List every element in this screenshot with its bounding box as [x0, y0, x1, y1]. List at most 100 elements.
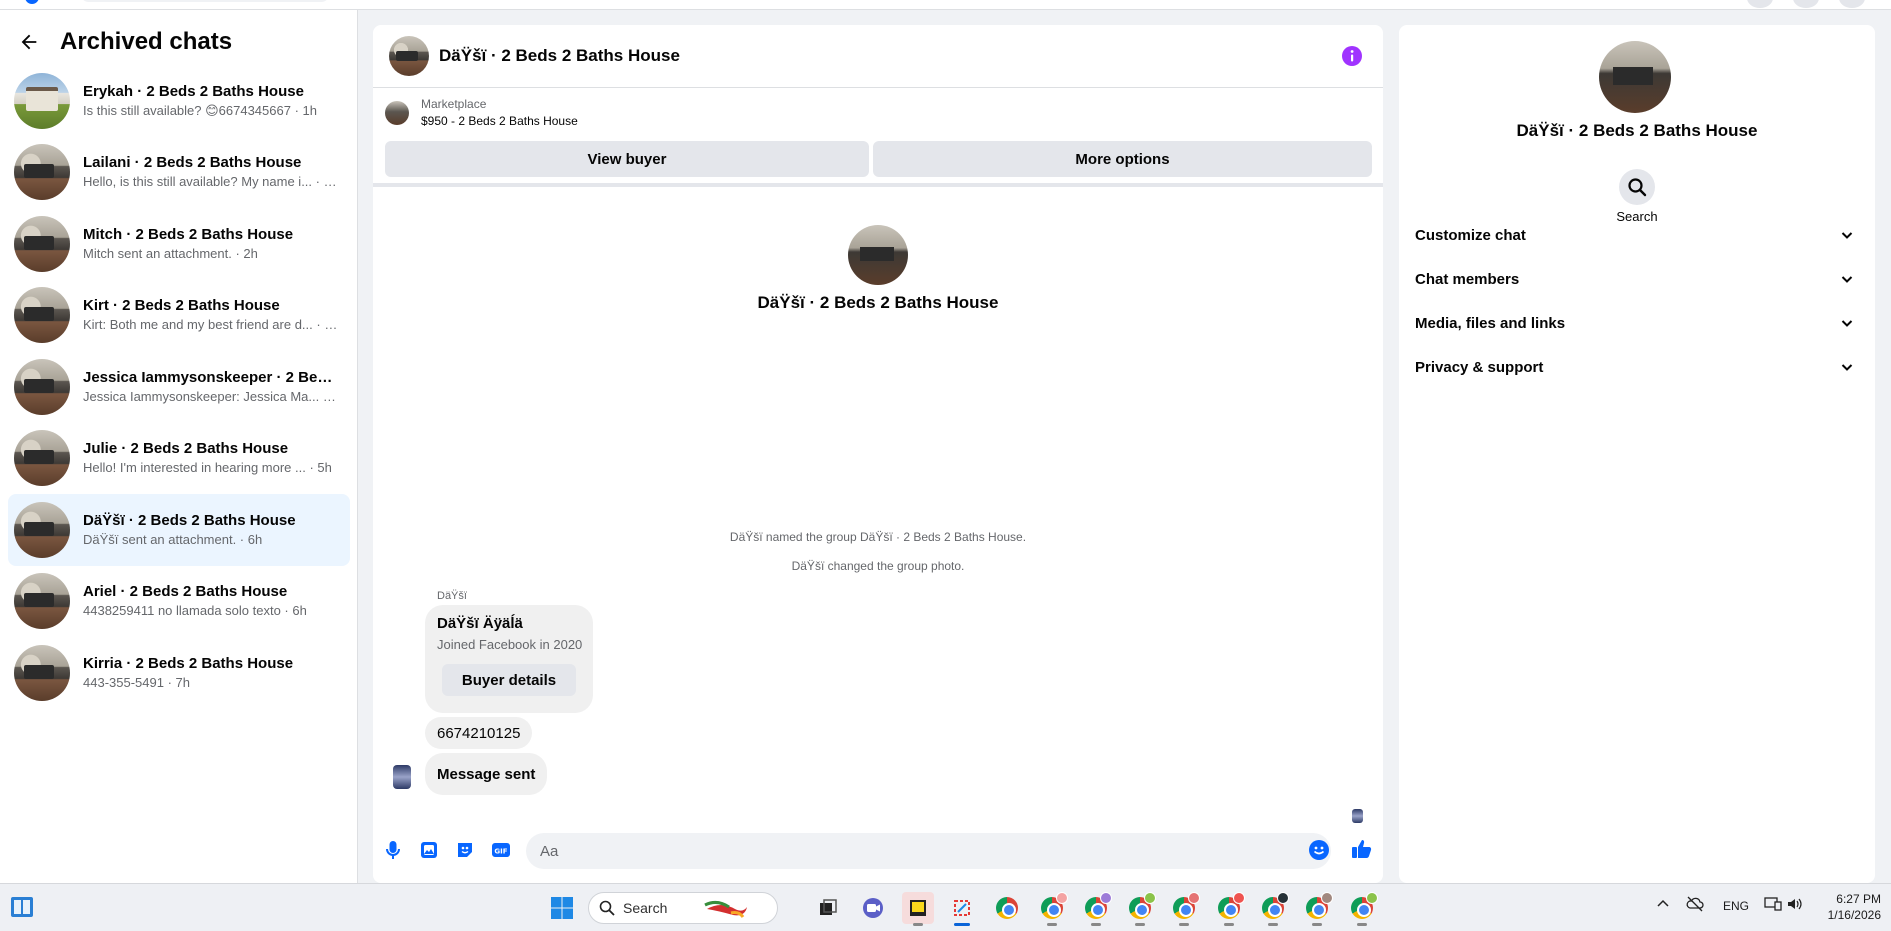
chat-list-item[interactable]: Kirria · 2 Beds 2 Baths House 443-355-549… [8, 637, 350, 709]
facebook-logo-icon[interactable] [25, 0, 39, 4]
message-bubble[interactable]: Message sent [425, 753, 548, 795]
chrome-profile-icon[interactable] [1301, 892, 1333, 926]
view-buyer-button[interactable]: View buyer [385, 141, 869, 177]
display-icon[interactable] [1764, 896, 1782, 915]
sidebar-header: Archived chats [14, 22, 232, 62]
onedrive-offline-icon[interactable] [1686, 896, 1704, 915]
chat-name: Kirria · 2 Beds 2 Baths House [83, 654, 294, 672]
show-hidden-icons-chevron-up-icon[interactable] [1656, 897, 1670, 914]
sender-avatar[interactable] [393, 765, 411, 789]
more-options-button[interactable]: More options [873, 141, 1372, 177]
chevron-down-icon [1841, 320, 1853, 327]
listing-thumbnail[interactable] [385, 101, 409, 125]
chat-info-panel: DäŸšï · 2 Beds 2 Baths House Search Cust… [1399, 25, 1875, 883]
chat-text: DäŸšï · 2 Beds 2 Baths House DäŸšï sent a… [83, 511, 338, 549]
chrome-profile-icon[interactable] [1257, 892, 1289, 926]
back-arrow-icon[interactable] [14, 27, 44, 57]
listing-title[interactable]: $950 - 2 Beds 2 Baths House [421, 114, 578, 128]
chat-list-item[interactable]: Kirt · 2 Beds 2 Baths House Kirt: Both me… [8, 280, 350, 352]
chat-text: Ariel · 2 Beds 2 Baths House 4438259411 n… [83, 582, 338, 620]
task-view-icon[interactable] [812, 892, 844, 924]
chat-info-avatar[interactable] [1599, 41, 1671, 113]
chat-preview: 443-355-5491 · 7h [83, 674, 190, 690]
emoji-icon[interactable] [1308, 839, 1330, 861]
gif-icon[interactable]: GIF [490, 839, 512, 861]
menu-icon[interactable] [1747, 0, 1773, 8]
messenger-icon[interactable] [1793, 0, 1819, 8]
thumbs-up-icon[interactable] [1350, 837, 1372, 859]
chat-list-item[interactable]: Erykah · 2 Beds 2 Baths House Is this sti… [8, 65, 350, 137]
chat-avatar [14, 287, 70, 344]
chat-list-item[interactable]: Lailani · 2 Beds 2 Baths House Hello, is … [8, 137, 350, 209]
chat-list-item[interactable]: DäŸšï · 2 Beds 2 Baths House DäŸšï sent a… [8, 494, 350, 566]
microphone-icon[interactable] [382, 839, 404, 861]
system-message: DäŸšï named the group DäŸšï · 2 Beds 2 B… [729, 530, 1027, 544]
photo-icon[interactable] [418, 839, 440, 861]
chat-preview: 4438259411 no llamada solo texto · 6h [83, 603, 307, 619]
sidebar-title: Archived chats [60, 28, 233, 55]
chrome-profile-icon[interactable] [1213, 892, 1245, 926]
windows-start-icon[interactable] [550, 896, 574, 920]
conversation-title[interactable]: DäŸšï · 2 Beds 2 Baths House [439, 46, 680, 66]
chat-list-item[interactable]: Ariel · 2 Beds 2 Baths House 4438259411 n… [8, 566, 350, 638]
media-files-links-section[interactable]: Media, files and links [1407, 303, 1867, 343]
chrome-profile-icon[interactable] [1346, 892, 1378, 926]
archived-chats-sidebar: Archived chats Erykah · 2 Beds 2 Baths H… [0, 10, 358, 883]
volume-icon[interactable] [1786, 896, 1804, 915]
chat-avatar [14, 215, 70, 272]
chat-preview: Is this still available? 😊6674345667 · 1… [83, 102, 317, 118]
chat-text: Julie · 2 Beds 2 Baths House Hello! I'm i… [83, 439, 338, 477]
chat-text: Lailani · 2 Beds 2 Baths House Hello, is … [83, 153, 338, 191]
message-input[interactable] [526, 833, 1331, 869]
chat-name: DäŸšï · 2 Beds 2 Baths House [83, 511, 296, 529]
chrome-profile-icon[interactable] [1080, 892, 1112, 926]
customize-chat-section[interactable]: Customize chat [1407, 215, 1867, 255]
thread-intro: DäŸšï · 2 Beds 2 Baths House [373, 225, 1383, 313]
chat-list-item[interactable]: Mitch · 2 Beds 2 Baths House Mitch sent a… [8, 208, 350, 280]
chrome-profile-icon[interactable] [1124, 892, 1156, 926]
chat-name: Kirt · 2 Beds 2 Baths House [83, 297, 280, 315]
snipping-tool-icon[interactable] [946, 892, 978, 926]
chat-preview: DäŸšï sent an attachment. · 6h [83, 531, 263, 547]
chat-members-section[interactable]: Chat members [1407, 259, 1867, 299]
sticker-icon[interactable] [454, 839, 476, 861]
conversation-avatar[interactable] [389, 36, 429, 76]
chrome-icon[interactable] [991, 892, 1023, 924]
system-message: DäŸšï changed the group photo. [791, 559, 965, 573]
sticky-notes-icon[interactable] [902, 892, 934, 926]
info-icon[interactable] [1341, 45, 1363, 67]
language-indicator[interactable]: ENG [1723, 899, 1749, 913]
chrome-profile-icon[interactable] [1168, 892, 1200, 926]
chat-name: Ariel · 2 Beds 2 Baths House [83, 583, 288, 601]
chat-list-item[interactable]: Julie · 2 Beds 2 Baths House Hello! I'm i… [8, 423, 350, 495]
buyer-joined-date: Joined Facebook in 2020 [437, 637, 583, 652]
chat-text: Mitch · 2 Beds 2 Baths House Mitch sent a… [83, 225, 338, 263]
chat-list: Erykah · 2 Beds 2 Baths House Is this sti… [8, 65, 350, 709]
teams-meet-icon[interactable] [857, 892, 889, 924]
privacy-support-section[interactable]: Privacy & support [1407, 347, 1867, 387]
chat-avatar [14, 144, 70, 201]
chat-avatar [14, 430, 70, 487]
message-composer: GIF [373, 825, 1383, 875]
chrome-profile-icon[interactable] [1036, 892, 1068, 926]
chat-text: Erykah · 2 Beds 2 Baths House Is this sti… [83, 82, 338, 120]
conversation-header: DäŸšï · 2 Beds 2 Baths House [373, 25, 1383, 88]
active-indicator [954, 923, 970, 926]
buyer-name: DäŸšï Äÿäĺä [437, 615, 523, 632]
facebook-search-input[interactable] [80, 0, 330, 2]
buyer-details-button[interactable]: Buyer details [442, 664, 576, 696]
widgets-icon[interactable] [10, 896, 34, 918]
chat-preview: Jessica Iammysonskeeper: Jessica Ma... ·… [83, 388, 338, 404]
notifications-icon[interactable] [1839, 0, 1865, 8]
chat-avatar [14, 644, 70, 701]
message-bubble[interactable]: 6674210125 [425, 717, 533, 749]
search-icon [599, 900, 615, 916]
taskbar-clock[interactable]: 6:27 PM 1/16/2026 [1815, 891, 1881, 923]
taskbar-search-box[interactable]: Search [588, 892, 778, 924]
section-label: Chat members [1415, 270, 1520, 288]
section-label: Privacy & support [1415, 358, 1544, 376]
section-label: Media, files and links [1415, 314, 1566, 332]
chevron-down-icon [1841, 276, 1853, 283]
chat-list-item[interactable]: Jessica Iammysonskeeper · 2 Beds 2 Baths… [8, 351, 350, 423]
search-icon [1619, 169, 1655, 205]
